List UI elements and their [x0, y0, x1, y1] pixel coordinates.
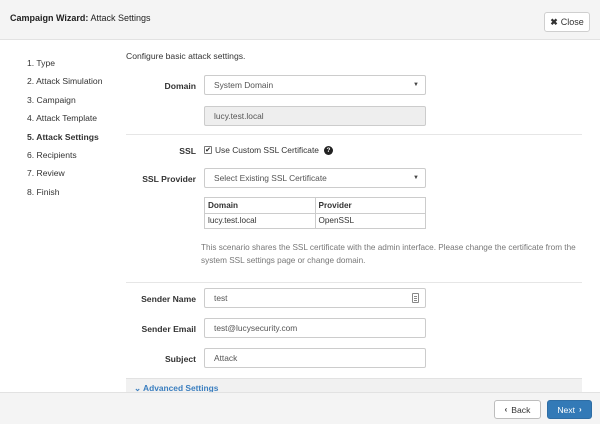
wizard-steps: 1. Type 2. Attack Simulation 3. Campaign 4.…	[27, 54, 102, 201]
wizard-step-1[interactable]: 1. Type	[27, 54, 102, 72]
wizard-step-4[interactable]: 4. Attack Template	[27, 109, 102, 127]
custom-ssl-checkbox[interactable]: ✔	[204, 146, 212, 154]
caret-down-icon: ▼	[413, 175, 419, 181]
column-header-provider: Provider	[314, 197, 426, 214]
ssl-provider-label: SSL Provider	[142, 174, 196, 184]
domain-label: Domain	[164, 81, 196, 91]
table-row: lucy.test.local OpenSSL	[204, 212, 426, 229]
wizard-step-3[interactable]: 3. Campaign	[27, 91, 102, 109]
ssl-provider-select-value: Select Existing SSL Certificate	[214, 173, 327, 183]
chevron-right-icon: ›	[579, 405, 582, 414]
ssl-provider-select[interactable]: Select Existing SSL Certificate ▼	[204, 168, 426, 188]
table-header-row: Domain Provider	[204, 197, 426, 214]
wizard-step-2[interactable]: 2. Attack Simulation	[27, 72, 102, 90]
wizard-step-7[interactable]: 7. Review	[27, 164, 102, 182]
domain-host-value: lucy.test.local	[214, 111, 264, 121]
domain-host-field: lucy.test.local	[204, 106, 426, 126]
chevron-left-icon: ‹	[504, 405, 508, 414]
back-button-label: Back	[511, 404, 531, 415]
next-button-label: Next	[557, 404, 575, 415]
sender-email-label: Sender Email	[141, 324, 196, 334]
domain-select-value: System Domain	[214, 80, 274, 90]
ssl-label: SSL	[179, 146, 196, 156]
custom-ssl-checkbox-row[interactable]: ✔ Use Custom SSL Certificate ?	[204, 145, 333, 155]
table-cell-domain: lucy.test.local	[204, 212, 316, 229]
ssl-help-text: This scenario shares the SSL certificate…	[201, 243, 576, 265]
sender-name-input[interactable]	[204, 288, 426, 308]
column-header-domain: Domain	[204, 197, 316, 214]
table-cell-provider: OpenSSL	[314, 212, 426, 229]
ssl-certificate-table: Domain Provider lucy.test.local OpenSSL	[204, 197, 426, 229]
custom-ssl-checkbox-label: Use Custom SSL Certificate	[215, 145, 319, 155]
wizard-step-5[interactable]: 5. Attack Settings	[27, 128, 102, 146]
subject-label: Subject	[164, 354, 196, 364]
next-button[interactable]: Next ›	[547, 400, 592, 419]
help-circle-icon[interactable]: ?	[323, 145, 333, 155]
divider	[126, 282, 582, 283]
caret-down-icon: ▼	[413, 82, 419, 88]
wizard-title-prefix: Campaign Wizard:	[10, 13, 89, 23]
contact-card-icon[interactable]	[412, 293, 419, 303]
domain-select[interactable]: System Domain ▼	[204, 75, 426, 95]
divider	[126, 134, 582, 135]
wizard-step-6[interactable]: 6. Recipients	[27, 146, 102, 164]
back-button[interactable]: ‹ Back	[494, 400, 541, 419]
form-intro: Configure basic attack settings.	[126, 51, 246, 61]
sender-name-label: Sender Name	[141, 294, 196, 304]
subject-input[interactable]	[204, 348, 426, 368]
wizard-step-8[interactable]: 8. Finish	[27, 183, 102, 201]
sender-email-input[interactable]	[204, 318, 426, 338]
attack-settings-form: Configure basic attack settings. Domain …	[126, 0, 582, 424]
advanced-settings-toggle[interactable]: ⌄ Advanced Settings	[126, 378, 582, 393]
